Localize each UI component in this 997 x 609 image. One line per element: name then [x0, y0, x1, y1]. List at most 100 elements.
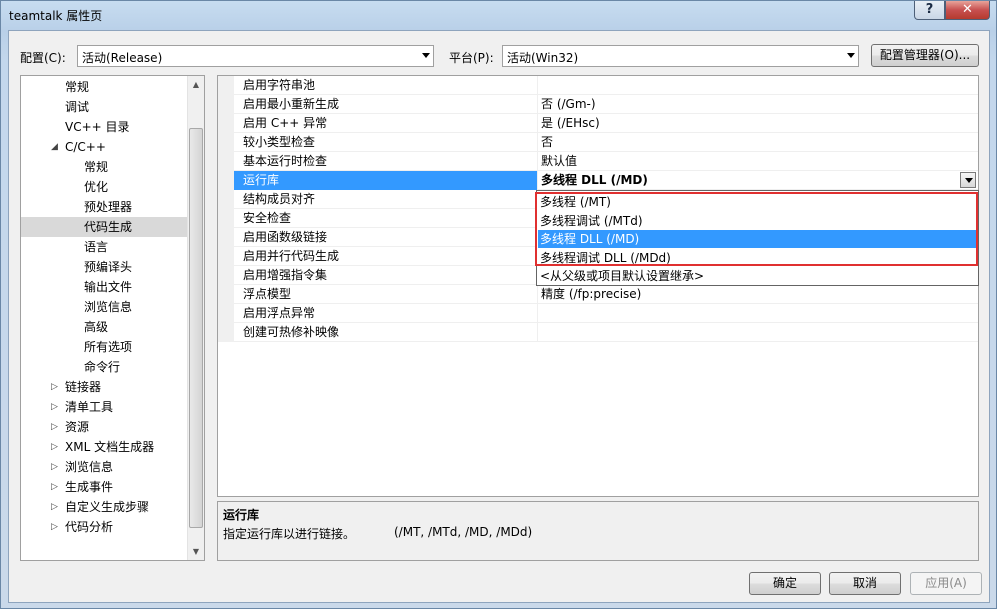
- property-grid[interactable]: 启用字符串池 启用最小重新生成否 (/Gm-) 启用 C++ 异常是 (/EHsc)…: [217, 75, 979, 497]
- property-row[interactable]: 创建可热修补映像: [218, 323, 978, 342]
- apply-button[interactable]: 应用(A): [910, 572, 982, 595]
- property-row[interactable]: 启用 C++ 异常是 (/EHsc): [218, 114, 978, 133]
- expanded-arrow-icon[interactable]: ◢: [51, 137, 61, 157]
- collapsed-arrow-icon[interactable]: ▷: [51, 477, 61, 497]
- tree-item[interactable]: 所有选项: [21, 337, 187, 357]
- property-value[interactable]: 精度 (/fp:precise): [538, 285, 978, 304]
- tree-item-label: C/C++: [65, 140, 106, 154]
- dialog-client-area: 配置(C): 活动(Release) 平台(P): 活动(Win32) 配置管理…: [8, 30, 990, 603]
- tree-item-label: 代码分析: [65, 520, 114, 534]
- tree-item[interactable]: ▷ 浏览信息: [21, 457, 187, 477]
- description-title: 运行库: [223, 508, 260, 522]
- tree-item[interactable]: ▷ 清单工具: [21, 397, 187, 417]
- tree-item[interactable]: 浏览信息: [21, 297, 187, 317]
- row-gutter: [218, 266, 234, 285]
- tree-item[interactable]: VC++ 目录: [21, 117, 187, 137]
- dropdown-arrow-button[interactable]: [960, 172, 976, 188]
- scroll-down-icon[interactable]: ▼: [188, 543, 204, 560]
- tree-item-label: 调试: [65, 100, 90, 114]
- row-gutter: [218, 304, 234, 323]
- description-switches: (/MT, /MTd, /MD, /MDd): [394, 525, 533, 539]
- row-gutter: [218, 190, 234, 209]
- tree-item[interactable]: 语言: [21, 237, 187, 257]
- tree-item-label: 优化: [84, 180, 109, 194]
- config-manager-button[interactable]: 配置管理器(O)...: [871, 44, 979, 67]
- property-name: 启用 C++ 异常: [234, 114, 538, 133]
- tree-item[interactable]: ▷ 代码分析: [21, 517, 187, 537]
- tree-item[interactable]: 代码生成: [21, 217, 187, 237]
- cancel-button[interactable]: 取消: [829, 572, 901, 595]
- dropdown-option[interactable]: 多线程 DLL (/MD): [538, 230, 977, 248]
- tree-item[interactable]: 常规: [21, 77, 187, 97]
- property-value[interactable]: 多线程 DLL (/MD): [538, 171, 978, 190]
- property-row[interactable]: 启用浮点异常: [218, 304, 978, 323]
- collapsed-arrow-icon[interactable]: ▷: [51, 377, 61, 397]
- ok-button[interactable]: 确定: [749, 572, 821, 595]
- help-button[interactable]: ?: [914, 1, 945, 20]
- tree-item-label: 所有选项: [84, 340, 133, 354]
- row-gutter: [218, 285, 234, 304]
- close-button[interactable]: ✕: [945, 1, 990, 20]
- property-value[interactable]: [538, 323, 978, 342]
- dropdown-option[interactable]: <从父级或项目默认设置继承>: [538, 267, 977, 285]
- tree-item[interactable]: 预编译头: [21, 257, 187, 277]
- property-row[interactable]: 启用最小重新生成否 (/Gm-): [218, 95, 978, 114]
- tree-item[interactable]: ▷ 资源: [21, 417, 187, 437]
- dropdown-option[interactable]: 多线程 (/MT): [538, 193, 977, 211]
- row-gutter: [218, 76, 234, 95]
- tree-item-label: 清单工具: [65, 400, 114, 414]
- collapsed-arrow-icon[interactable]: ▷: [51, 517, 61, 537]
- collapsed-arrow-icon[interactable]: ▷: [51, 437, 61, 457]
- dropdown-option[interactable]: 多线程调试 (/MTd): [538, 212, 977, 230]
- row-gutter: [218, 209, 234, 228]
- tree-item[interactable]: ▷ 链接器: [21, 377, 187, 397]
- row-gutter: [218, 95, 234, 114]
- config-select-value: 活动(Release): [82, 51, 163, 65]
- tree-item[interactable]: 优化: [21, 177, 187, 197]
- property-tree[interactable]: 常规 调试 VC++ 目录 ◢ C/C++ 常规 优化 预处理器 代码生成 语言 预编译头 输出文件浏…: [20, 75, 205, 561]
- property-value[interactable]: 是 (/EHsc): [538, 114, 978, 133]
- scrollbar-thumb[interactable]: [189, 128, 203, 528]
- tree-item[interactable]: 调试: [21, 97, 187, 117]
- description-panel: 运行库 指定运行库以进行链接。 (/MT, /MTd, /MD, /MDd): [217, 501, 979, 561]
- tree-item-label: 高级: [84, 320, 109, 334]
- tree-item[interactable]: ▷ XML 文档生成器: [21, 437, 187, 457]
- tree-item-label: VC++ 目录: [65, 120, 130, 134]
- property-name: 安全检查: [234, 209, 538, 228]
- tree-item-label: 常规: [65, 80, 90, 94]
- property-name: 较小类型检查: [234, 133, 538, 152]
- property-value[interactable]: [538, 304, 978, 323]
- property-value[interactable]: 默认值: [538, 152, 978, 171]
- tree-item-label: 代码生成: [84, 220, 133, 234]
- property-value[interactable]: 否: [538, 133, 978, 152]
- title-bar[interactable]: teamtalk 属性页 ? ✕: [1, 1, 996, 29]
- tree-item[interactable]: ▷ 生成事件: [21, 477, 187, 497]
- tree-item[interactable]: ◢ C/C++: [21, 137, 187, 157]
- chevron-down-icon: [965, 178, 973, 183]
- property-row[interactable]: 较小类型检查否: [218, 133, 978, 152]
- property-row[interactable]: 启用字符串池: [218, 76, 978, 95]
- property-row[interactable]: 浮点模型 精度 (/fp:precise): [218, 285, 978, 304]
- tree-item[interactable]: 高级: [21, 317, 187, 337]
- config-select[interactable]: 活动(Release): [77, 45, 434, 67]
- tree-item[interactable]: 命令行: [21, 357, 187, 377]
- platform-select[interactable]: 活动(Win32): [502, 45, 859, 67]
- property-value[interactable]: 否 (/Gm-): [538, 95, 978, 114]
- collapsed-arrow-icon[interactable]: ▷: [51, 417, 61, 437]
- tree-scrollbar[interactable]: ▲ ▼: [187, 76, 204, 560]
- property-name: 启用最小重新生成: [234, 95, 538, 114]
- runtime-library-dropdown-list[interactable]: 多线程 (/MT) 多线程调试 (/MTd) 多线程 DLL (/MD) 多线程调试 …: [536, 190, 979, 286]
- tree-item[interactable]: 预处理器: [21, 197, 187, 217]
- property-row[interactable]: 运行库 多线程 DLL (/MD): [218, 171, 978, 190]
- collapsed-arrow-icon[interactable]: ▷: [51, 397, 61, 417]
- tree-item[interactable]: ▷ 自定义生成步骤: [21, 497, 187, 517]
- tree-item[interactable]: 常规: [21, 157, 187, 177]
- collapsed-arrow-icon[interactable]: ▷: [51, 457, 61, 477]
- tree-item[interactable]: 输出文件: [21, 277, 187, 297]
- dropdown-option[interactable]: 多线程调试 DLL (/MDd): [538, 249, 977, 267]
- property-value[interactable]: [538, 76, 978, 95]
- scroll-up-icon[interactable]: ▲: [188, 76, 204, 93]
- collapsed-arrow-icon[interactable]: ▷: [51, 497, 61, 517]
- tree-item-label: 常规: [84, 160, 109, 174]
- property-row[interactable]: 基本运行时检查 默认值: [218, 152, 978, 171]
